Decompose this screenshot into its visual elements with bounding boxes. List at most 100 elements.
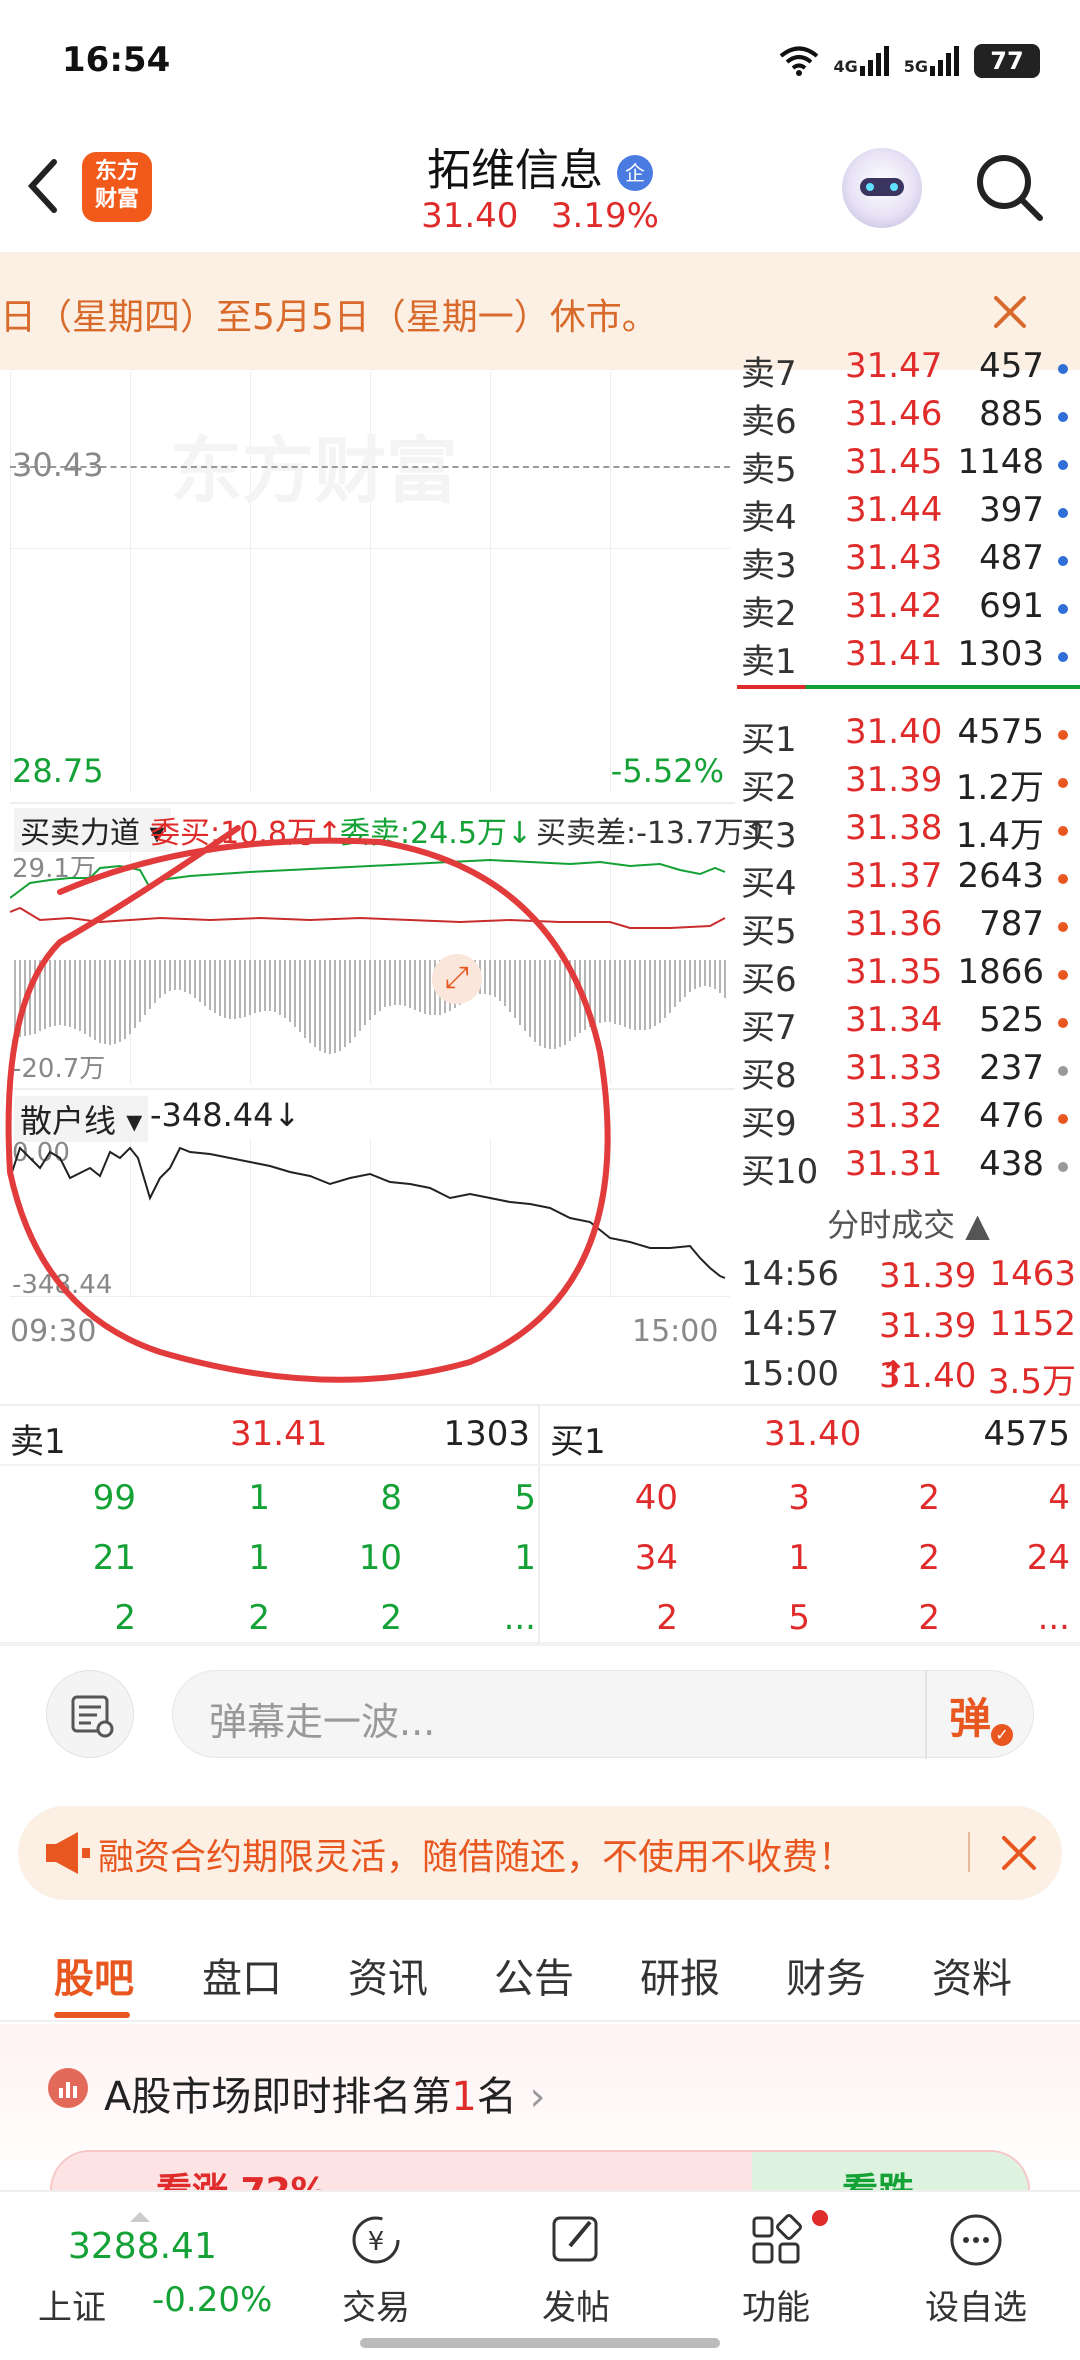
ask-dot-icon xyxy=(1058,652,1068,662)
ask-price: 31.41 xyxy=(845,634,943,674)
ask-dot-icon xyxy=(1058,364,1068,374)
tab-0[interactable]: 股吧 xyxy=(54,1946,134,2004)
bid-volume: 787 xyxy=(979,904,1044,944)
trade-icon: ¥ xyxy=(352,2216,400,2264)
danmu-input[interactable]: 弹幕走一波... 弹 ✓ xyxy=(172,1670,1034,1759)
nav-trade[interactable]: ¥ 交易 xyxy=(296,2210,456,2329)
trade-row: 14:57 31.39 1152 xyxy=(741,1304,1076,1346)
queue-bid-cell: ... xyxy=(1037,1598,1070,1638)
queue-ask-cell: 1 xyxy=(248,1478,270,1518)
ask-label: 卖2 xyxy=(741,594,797,634)
close-icon[interactable] xyxy=(990,292,1030,332)
ask-dot-icon xyxy=(1058,604,1068,614)
bid-row[interactable]: 买5 31.36 787 xyxy=(737,902,1080,952)
bid-row[interactable]: 买2 31.39 1.2万 xyxy=(737,758,1080,808)
queue-ask-cell: 1 xyxy=(248,1538,270,1578)
change-percent: 3.19% xyxy=(550,196,659,236)
ask-row[interactable]: 卖2 31.42 691 xyxy=(737,584,1080,634)
ask-dot-icon xyxy=(1058,460,1068,470)
queue-ask-cell: 2 xyxy=(114,1598,136,1638)
bid-price: 31.31 xyxy=(845,1144,943,1184)
robot-avatar[interactable] xyxy=(842,148,922,228)
rank-title[interactable]: A股市场即时排名第1名 › xyxy=(104,2064,546,2122)
queue-bid-cell: 5 xyxy=(788,1598,810,1638)
tab-5[interactable]: 财务 xyxy=(786,1946,866,2004)
danmu-settings-icon[interactable] xyxy=(46,1670,134,1758)
ask-row[interactable]: 卖7 31.47 457 xyxy=(737,344,1080,394)
tab-4[interactable]: 研报 xyxy=(640,1946,720,2004)
queue-ask-price: 31.41 xyxy=(230,1414,328,1454)
nav-functions[interactable]: 功能 xyxy=(696,2210,856,2329)
search-icon[interactable] xyxy=(972,150,1046,224)
bid-price: 31.38 xyxy=(845,808,943,848)
promo-banner[interactable]: 融资合约期限灵活，随借随还，不使用不收费！ xyxy=(18,1806,1062,1900)
bid-row[interactable]: 买7 31.34 525 xyxy=(737,998,1080,1048)
ask-label: 卖7 xyxy=(741,354,797,394)
bid-row[interactable]: 买6 31.35 1866 xyxy=(737,950,1080,1000)
sentiment-bar[interactable]: 看涨 72% 看跌 xyxy=(50,2150,1030,2190)
bid-dot-icon xyxy=(1058,922,1068,932)
bid-price: 31.35 xyxy=(845,952,943,992)
index-widget[interactable]: 3288.41 上证 -0.20% xyxy=(30,2212,290,2332)
intraday-chart[interactable]: 东方财富 30.43 28.75 -5.52% 买卖力道 ▾ 委买:10.8万↑… xyxy=(0,372,769,1402)
nav-watchlist[interactable]: 设自选 xyxy=(896,2210,1056,2329)
bid-dot-icon xyxy=(1058,730,1068,740)
bid-label: 买2 xyxy=(741,768,797,808)
ask-label: 卖5 xyxy=(741,450,797,490)
bid-volume: 1866 xyxy=(957,952,1044,992)
fall-label: 看跌 xyxy=(842,2162,914,2190)
tab-2[interactable]: 资讯 xyxy=(348,1946,428,2004)
bid-label: 买1 xyxy=(741,720,797,760)
bid-volume: 438 xyxy=(979,1144,1044,1184)
trade-price: 31.40 ↑ xyxy=(879,1354,977,1396)
hand-drawn-circle xyxy=(5,825,611,1383)
bid-price: 31.32 xyxy=(845,1096,943,1136)
bid-volume: 476 xyxy=(979,1096,1044,1136)
queue-bid-cell: 2 xyxy=(918,1598,940,1638)
bid-volume: 2643 xyxy=(957,856,1044,896)
ask-volume: 397 xyxy=(979,490,1044,530)
bid-row[interactable]: 买10 31.31 438 xyxy=(737,1142,1080,1192)
status-time: 16:54 xyxy=(62,40,171,80)
ask-price: 31.46 xyxy=(845,394,943,434)
bid-label: 买5 xyxy=(741,912,797,952)
bid-volume: 525 xyxy=(979,1000,1044,1040)
index-name: 上证 xyxy=(38,2288,106,2328)
ask-row[interactable]: 卖5 31.45 1148 xyxy=(737,440,1080,490)
bid-volume: 1.2万 xyxy=(955,768,1044,808)
trade-volume: 1152 xyxy=(989,1304,1076,1344)
danmu-send-button[interactable]: 弹 ✓ xyxy=(949,1685,1014,1746)
bid-price: 31.34 xyxy=(845,1000,943,1040)
tab-6[interactable]: 资料 xyxy=(932,1946,1012,2004)
content-tabs: 股吧 盘口 资讯 公告 研报 财务 资料 xyxy=(0,1916,1080,2022)
bid-row[interactable]: 买1 31.40 4575 xyxy=(737,710,1080,760)
close-icon[interactable] xyxy=(1000,1834,1038,1872)
enterprise-badge-icon: 企 xyxy=(617,155,653,191)
ask-row[interactable]: 卖6 31.46 885 xyxy=(737,392,1080,442)
bid-row[interactable]: 买4 31.37 2643 xyxy=(737,854,1080,904)
battery-icon: 77 xyxy=(974,44,1040,78)
grid-icon xyxy=(752,2214,802,2264)
queue-ask-cell: 2 xyxy=(248,1598,270,1638)
bid-row[interactable]: 买3 31.38 1.4万 xyxy=(737,806,1080,856)
queue-bid-cell: 2 xyxy=(918,1478,940,1518)
ask-row[interactable]: 卖3 31.43 487 xyxy=(737,536,1080,586)
order-queue: 卖1 31.41 1303 买1 31.40 4575 99 1 8 5 21 1 10 1 2… xyxy=(0,1404,1080,1644)
tab-1[interactable]: 盘口 xyxy=(202,1946,282,2004)
ask-row[interactable]: 卖1 31.41 1303 xyxy=(737,632,1080,682)
bid-dot-icon xyxy=(1058,826,1068,836)
bid-row[interactable]: 买9 31.32 476 xyxy=(737,1094,1080,1144)
bid-price: 31.40 xyxy=(845,712,943,752)
bid-dot-icon xyxy=(1058,778,1068,788)
ask-row[interactable]: 卖4 31.44 397 xyxy=(737,488,1080,538)
queue-bid-label: 买1 xyxy=(550,1422,606,1462)
bid-row[interactable]: 买8 31.33 237 xyxy=(737,1046,1080,1096)
tab-3[interactable]: 公告 xyxy=(494,1946,574,2004)
trade-volume: 3.5万 xyxy=(987,1362,1076,1402)
queue-ask-label: 卖1 xyxy=(10,1422,66,1462)
rise-label: 看涨 72% xyxy=(156,2162,327,2190)
trades-title[interactable]: 分时成交 ▲ xyxy=(737,1200,1080,1246)
queue-ask-cell: 10 xyxy=(358,1538,402,1578)
promo-text: 融资合约期限灵活，随借随还，不使用不收费！ xyxy=(98,1837,855,1878)
nav-post[interactable]: 发帖 xyxy=(496,2210,656,2329)
